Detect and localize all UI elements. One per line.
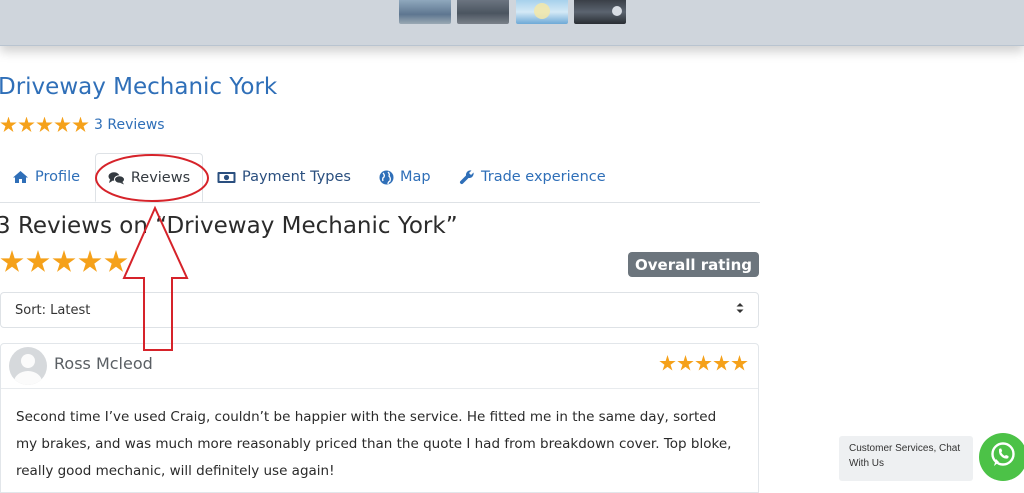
gallery-thumbnail[interactable] [516,0,568,24]
star-icon [0,116,17,132]
star-icon [0,250,24,272]
home-icon [12,170,29,184]
tab-label: Trade experience [481,169,606,185]
business-rating: 3 Reviews [0,115,165,135]
reviewer-name: Ross Mcleod [54,354,153,373]
review-text: Second time I’ve used Craig, couldn’t be… [16,409,732,479]
sort-caret-icon [736,302,744,314]
tab-label: Payment Types [242,169,351,185]
globe-icon [379,170,394,185]
wrench-icon [459,169,475,185]
star-icon [677,355,694,371]
whatsapp-button[interactable] [979,433,1024,481]
overall-stars [0,250,128,274]
tab-payment-types[interactable]: Payment Types [217,153,351,201]
star-icon [36,116,53,132]
tab-label: Profile [35,169,81,185]
star-icon [695,355,712,371]
tab-label: Map [400,169,431,185]
tab-trade-experience[interactable]: Trade experience [459,153,606,201]
sort-value: Sort: Latest [15,302,91,318]
star-icon [731,355,748,371]
whatsapp-icon [988,440,1018,474]
gallery-band [0,0,1024,46]
star-icon [104,250,128,272]
chat-label[interactable]: Customer Services, Chat With Us [839,436,973,481]
overall-rating-badge: Overall rating [628,252,759,277]
tab-bar: Profile Reviews Payment Types Map Trade … [0,153,760,203]
star-icon [659,355,676,371]
comments-icon [108,171,125,185]
star-icon [52,250,76,272]
rating-stars [0,116,89,134]
tab-profile[interactable]: Profile [12,153,80,201]
star-icon [54,116,71,132]
star-icon [78,250,102,272]
gallery-thumbnail[interactable] [399,0,451,24]
review-count-link[interactable]: 3 Reviews [94,117,165,133]
star-icon [26,250,50,272]
tab-map[interactable]: Map [379,153,431,201]
tab-reviews[interactable]: Reviews [95,153,203,202]
business-title: Driveway Mechanic York [0,74,278,100]
tab-label: Reviews [130,169,191,186]
gallery-thumbnail[interactable] [457,0,509,24]
star-icon [713,355,730,371]
gallery-thumbnail[interactable] [574,0,626,24]
review-stars [659,355,748,372]
sort-select[interactable]: Sort: Latest [0,292,759,328]
avatar [9,347,47,385]
money-bill-icon [217,171,236,184]
star-icon [72,116,89,132]
reviews-heading: 3 Reviews on “Driveway Mechanic York” [0,213,458,239]
review-card: Ross Mcleod Second time I’ve used Craig,… [0,343,759,493]
star-icon [18,116,35,132]
review-header: Ross Mcleod [1,344,758,389]
